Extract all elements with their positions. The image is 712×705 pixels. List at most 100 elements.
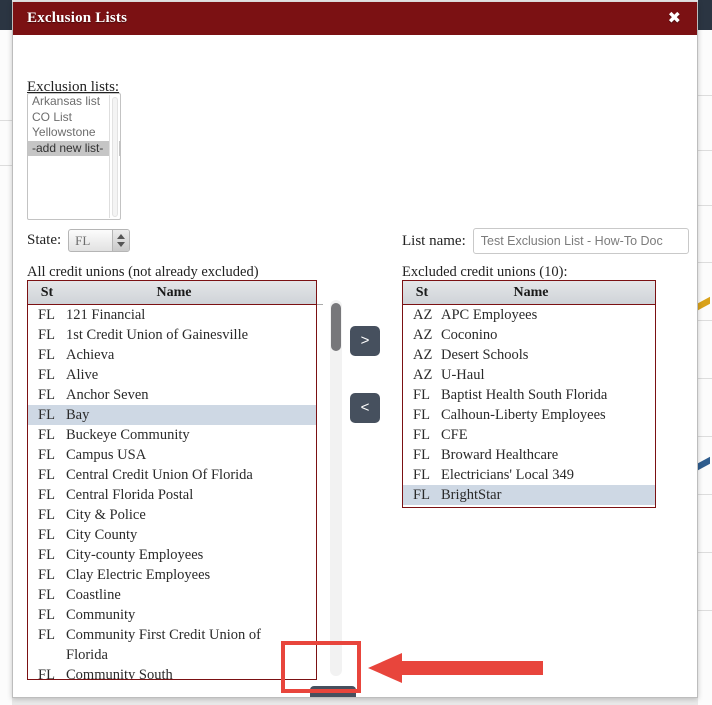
row-state: FL — [38, 467, 55, 483]
table-row[interactable]: FL Buckeye Community — [28, 425, 316, 445]
dialog-title: Exclusion Lists — [27, 10, 128, 26]
table-row[interactable]: AZ U-Haul — [403, 365, 655, 385]
table-row[interactable]: FL City & Police — [28, 505, 316, 525]
row-state: FL — [38, 607, 55, 623]
background-rule — [698, 552, 712, 553]
background-rule — [698, 150, 712, 151]
list-name-input[interactable] — [472, 228, 689, 254]
dialog-titlebar: Exclusion Lists ✖ — [13, 2, 697, 35]
row-name: Community First Credit Union of Florida — [66, 627, 261, 663]
background-rule — [698, 436, 712, 437]
available-table-caption: All credit unions (not already excluded) — [27, 264, 259, 280]
row-name: Coconino — [441, 327, 498, 343]
row-state: FL — [38, 507, 55, 523]
move-right-button[interactable]: > — [350, 326, 380, 356]
table-row[interactable]: FL Community — [28, 605, 316, 625]
table-row-selected[interactable]: FL Bay — [28, 405, 316, 425]
row-name: City County — [66, 527, 138, 543]
table-row[interactable]: FL Central Florida Postal — [28, 485, 316, 505]
state-select[interactable]: FL — [68, 229, 131, 252]
table-row[interactable]: FL Electricians' Local 349 — [403, 465, 655, 485]
table-row[interactable]: FL City-county Employees — [28, 545, 316, 565]
row-name: U-Haul — [441, 367, 485, 383]
row-name: Desert Schools — [441, 347, 529, 363]
close-icon[interactable]: ✖ — [664, 9, 685, 29]
table-row[interactable]: FL City County — [28, 525, 316, 545]
row-state: FL — [38, 567, 55, 583]
table-row[interactable]: FL Coastline — [28, 585, 316, 605]
row-name: City & Police — [66, 507, 146, 523]
background-rule — [698, 494, 712, 495]
table-row[interactable]: FL Broward Healthcare — [403, 445, 655, 465]
row-state: AZ — [413, 327, 433, 343]
exclusion-list-option[interactable]: CO List — [28, 110, 120, 126]
background-navbar-right — [698, 0, 712, 30]
exclusion-lists-listbox[interactable]: Arkansas list CO List Yellowstone -add n… — [27, 93, 121, 220]
row-name: Achieva — [66, 347, 115, 363]
available-credit-unions-table[interactable]: St Name FL 121 Financial FL 1st Credit Uni… — [27, 280, 317, 680]
table-row[interactable]: FL Central Credit Union Of Florida — [28, 465, 316, 485]
table-row[interactable]: FL Anchor Seven — [28, 385, 316, 405]
row-name: Anchor Seven — [66, 387, 149, 403]
background-rule — [0, 165, 12, 166]
table-row[interactable]: FL Campus USA — [28, 445, 316, 465]
exclusion-lists-scrollbar-thumb[interactable] — [112, 97, 118, 217]
state-label: State: — [27, 232, 62, 248]
table-row-selected[interactable]: FL BrightStar — [403, 485, 655, 505]
triangle-up-icon[interactable] — [117, 234, 126, 239]
excluded-credit-unions-table[interactable]: St Name AZ APC Employees AZ Coconino AZ Des… — [402, 280, 656, 508]
table-row[interactable]: FL CFE — [403, 425, 655, 445]
row-state: FL — [38, 627, 55, 643]
row-state: AZ — [413, 347, 433, 363]
column-header-name: Name — [156, 284, 192, 300]
row-name: Coastline — [66, 587, 121, 603]
available-table-scrollbar-thumb[interactable] — [331, 303, 341, 351]
row-name: Campus USA — [66, 447, 147, 463]
column-header-st: St — [40, 284, 54, 300]
background-left-strip — [0, 0, 12, 705]
row-name: City-county Employees — [66, 547, 204, 563]
table-row[interactable]: FL Achieva — [28, 345, 316, 365]
table-row[interactable]: FL 1st Credit Union of Gainesville — [28, 325, 316, 345]
row-name: CFE — [441, 427, 468, 443]
table-row[interactable]: FL Community First Credit Union of Florid… — [28, 625, 316, 665]
row-state: FL — [38, 527, 55, 543]
save-button[interactable]: Save — [310, 686, 356, 697]
table-row[interactable]: AZ Coconino — [403, 325, 655, 345]
exclusion-list-option[interactable]: Arkansas list — [28, 94, 120, 110]
header-rule — [317, 304, 323, 305]
row-state: FL — [38, 307, 55, 323]
exclusion-lists-scrollbar[interactable] — [109, 95, 119, 218]
table-row[interactable]: AZ APC Employees — [403, 305, 655, 325]
row-state: FL — [38, 387, 55, 403]
available-table-scrollbar[interactable] — [330, 300, 342, 676]
background-rule — [698, 610, 712, 611]
dialog-body: Exclusion lists: Arkansas list CO List Y… — [13, 35, 697, 697]
background-right-strip — [698, 0, 712, 705]
row-state: FL — [38, 327, 55, 343]
table-row[interactable]: FL Calhoun-Liberty Employees — [403, 405, 655, 425]
row-state: FL — [413, 467, 430, 483]
row-name: APC Employees — [441, 307, 538, 323]
background-rule — [698, 378, 712, 379]
triangle-down-icon[interactable] — [117, 242, 126, 247]
background-navbar-left — [0, 0, 12, 30]
exclusion-list-option-add-new[interactable]: -add new list- — [28, 140, 120, 156]
row-name: Electricians' Local 349 — [441, 467, 575, 483]
table-row[interactable]: FL 121 Financial — [28, 305, 316, 325]
row-name: Broward Healthcare — [441, 447, 559, 463]
row-state: FL — [413, 407, 430, 423]
table-row[interactable]: AZ Desert Schools — [403, 345, 655, 365]
table-row[interactable]: FL Clay Electric Employees — [28, 565, 316, 585]
state-spinner[interactable] — [112, 230, 130, 251]
move-left-button[interactable]: < — [350, 393, 380, 423]
row-state: AZ — [413, 307, 433, 323]
exclusion-list-option[interactable]: Yellowstone — [28, 125, 120, 141]
table-row[interactable]: FL Community South — [28, 665, 316, 679]
table-row[interactable]: FL Baptist Health South Florida — [403, 385, 655, 405]
row-name: Buckeye Community — [66, 427, 190, 443]
row-name: Central Credit Union Of Florida — [66, 467, 253, 483]
available-table-rows: FL 121 Financial FL 1st Credit Union of Ga… — [28, 305, 316, 679]
table-row[interactable]: FL Alive — [28, 365, 316, 385]
row-state: FL — [38, 407, 55, 423]
